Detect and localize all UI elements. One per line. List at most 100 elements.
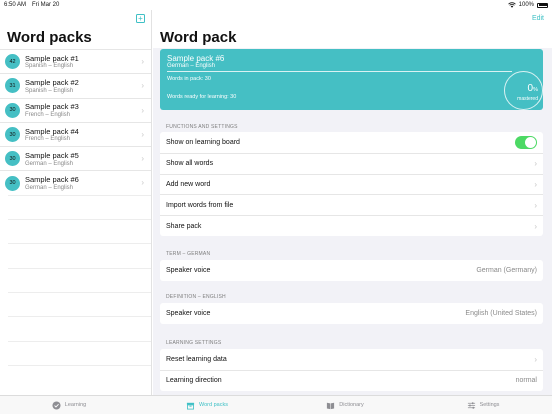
add-new-word-row[interactable]: Add new word › [160,173,543,195]
pack-count-badge: 30 [5,127,20,143]
words-ready: Words ready for learning: 30 [167,94,237,100]
tab-bar: Learning Word packs Dictionary Settings [0,395,552,414]
empty-row [8,194,151,219]
percent-sign: % [533,87,538,93]
wifi-icon [507,2,516,8]
status-date: Fri Mar 20 [32,2,60,8]
card-title: Sample pack #6 [167,54,225,63]
section-label-definition: DEFINITION – ENGLISH [166,294,226,300]
words-in-pack: Words in pack: 30 [167,76,211,82]
section-label-learning: LEARNING SETTINGS [166,340,222,346]
row-label: Import words from file [166,201,234,209]
definition-speaker-voice-row[interactable]: Speaker voice English (United States) [160,303,543,324]
tab-learning[interactable]: Learning [0,396,138,414]
pack-title: Sample pack #1 [25,53,79,63]
functions-group: Show on learning board Show all words › … [160,132,543,236]
pack-title: Sample pack #3 [25,102,79,112]
detail-pane: Edit Word pack Sample pack #6 German – E… [153,10,552,395]
row-label: Show all words [166,160,214,168]
section-label-term: TERM – GERMAN [166,251,211,257]
show-on-board-toggle[interactable] [515,135,537,149]
edit-button[interactable]: Edit [532,15,544,22]
tab-label: Word packs [199,402,228,408]
chevron-right-icon: › [141,154,144,164]
tab-settings[interactable]: Settings [414,396,552,414]
pack-languages: German – English [25,160,74,167]
status-time: 6:50 AM [4,2,27,8]
chevron-right-icon: › [141,129,144,139]
mastered-percent: 0% [528,83,538,94]
pack-item-3[interactable]: 30 Sample pack #3 French – English › [0,97,151,122]
chevron-right-icon: › [141,81,144,91]
section-label-functions: FUNCTIONS AND SETTINGS [166,124,238,130]
status-bar: 6:50 AM Fri Mar 20 100% [0,0,552,10]
sidebar-title: Word packs [7,29,92,46]
tab-word-packs[interactable]: Word packs [138,396,276,414]
pack-summary-card: Sample pack #6 German – English Words in… [160,49,543,110]
learning-direction-row[interactable]: Learning direction normal [160,369,543,391]
sliders-icon [467,401,475,409]
pack-languages: German – English [25,184,74,191]
pack-languages: Spanish – English [25,87,74,94]
row-label: Share pack [166,222,202,230]
row-label: Learning direction [166,377,222,385]
book-icon [327,402,335,409]
mastered-label: mastered [517,96,538,102]
pack-count-badge: 31 [5,78,20,94]
pack-count-badge: 30 [5,175,20,191]
row-label: Speaker voice [166,309,211,317]
empty-row [8,291,151,316]
row-value: English (United States) [465,309,537,317]
reset-learning-row[interactable]: Reset learning data › [160,349,543,370]
row-label: Add new word [166,180,211,188]
pack-languages: Spanish – English [25,63,74,70]
tab-label: Learning [64,402,87,408]
tab-label: Dictionary [339,402,364,408]
chevron-right-icon: › [534,200,537,210]
pack-title: Sample pack #5 [25,151,79,161]
pack-count-badge: 30 [5,151,20,167]
row-value: German (Germany) [476,266,537,274]
chevron-right-icon: › [141,57,144,66]
chevron-right-icon: › [141,105,144,115]
empty-row [8,219,151,243]
pack-languages: French – English [25,111,71,118]
pack-item-5[interactable]: 30 Sample pack #5 German – English › [0,146,151,170]
empty-row [8,340,151,365]
pack-list: 42 Sample pack #1 Spanish – English › 31… [0,49,151,389]
page-title: Word pack [160,29,237,46]
term-group: Speaker voice German (Germany) [160,260,543,281]
chevron-right-icon: › [534,354,537,364]
chevron-right-icon: › [534,159,537,169]
pack-item-1[interactable]: 42 Sample pack #1 Spanish – English › [0,49,151,73]
pack-item-4[interactable]: 30 Sample pack #4 French – English › [0,121,151,146]
empty-row [8,316,151,340]
pack-count-badge: 42 [5,54,20,70]
divider [167,71,512,72]
pack-title: Sample pack #6 [25,175,79,185]
add-pack-button[interactable]: + [136,14,145,23]
empty-row [8,267,151,292]
battery-icon [537,2,548,8]
sidebar: + Word packs 42 Sample pack #1 Spanish –… [0,10,152,395]
chevron-right-icon: › [141,178,144,188]
row-value: normal [515,377,537,385]
pack-languages: French – English [25,136,71,143]
row-label: Speaker voice [166,266,211,274]
share-pack-row[interactable]: Share pack › [160,215,543,236]
plus-icon: + [138,14,143,23]
row-label: Show on learning board [166,138,240,146]
empty-row [8,364,151,389]
definition-group: Speaker voice English (United States) [160,303,543,324]
import-words-row[interactable]: Import words from file › [160,194,543,215]
show-on-board-row: Show on learning board [160,132,543,153]
term-speaker-voice-row[interactable]: Speaker voice German (Germany) [160,260,543,281]
show-all-words-row[interactable]: Show all words › [160,152,543,174]
pack-item-6[interactable]: 30 Sample pack #6 German – English › [0,170,151,194]
pack-count-badge: 30 [5,102,20,118]
tab-label: Settings [479,402,500,408]
pack-item-2[interactable]: 31 Sample pack #2 Spanish – English › [0,73,151,97]
tab-dictionary[interactable]: Dictionary [276,396,414,414]
battery-percent: 100% [518,2,534,8]
card-languages: German – English [167,63,216,69]
